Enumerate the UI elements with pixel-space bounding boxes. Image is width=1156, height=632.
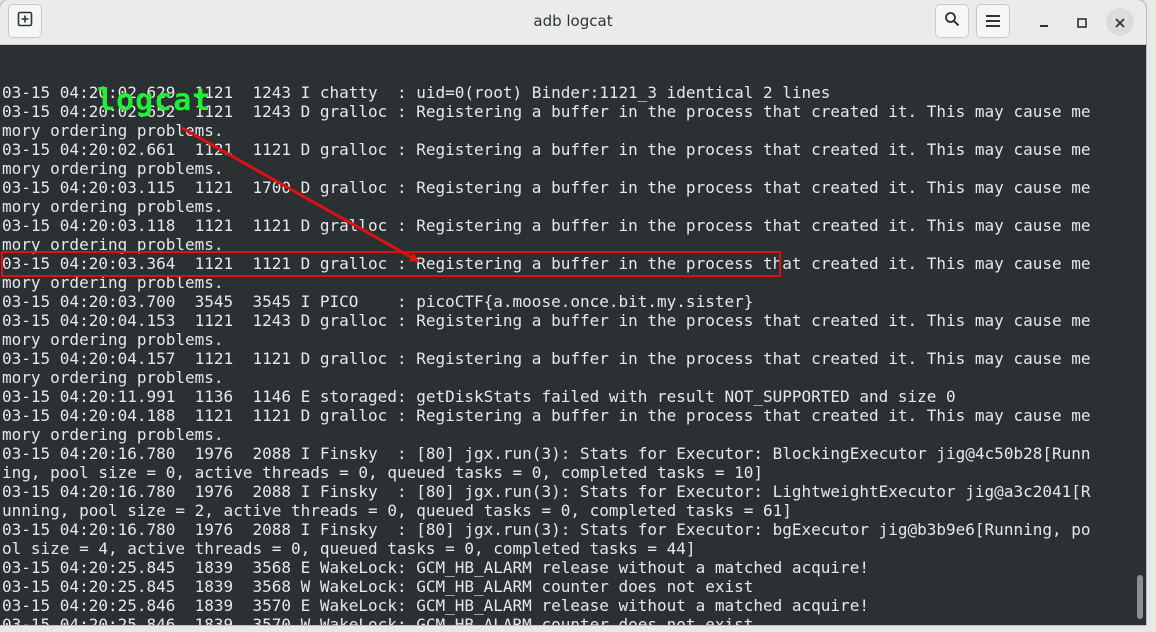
scrollbar[interactable] [1134,45,1146,625]
log-line: 03-15 04:20:04.157 1121 1121 D gralloc :… [2,349,1091,368]
log-line: mory ordering problems. [2,159,224,178]
minimize-icon [1039,13,1049,32]
title-bar: adb logcat [0,0,1146,45]
log-line: 03-15 04:20:11.991 1136 1146 E storaged:… [2,387,956,406]
close-icon [1115,13,1125,32]
log-line: 03-15 04:20:03.700 3545 3545 I PICO : pi… [2,292,754,311]
log-line: ol size = 4, active threads = 0, queued … [2,539,696,558]
log-line: mory ordering problems. [2,330,224,349]
annotation-label: logcat [97,83,212,118]
log-line: unning, pool size = 2, active threads = … [2,501,792,520]
close-button[interactable] [1106,8,1134,36]
log-line: 03-15 04:20:16.780 1976 2088 I Finsky : … [2,444,1091,463]
log-line: 03-15 04:20:03.118 1121 1121 D gralloc :… [2,216,1091,235]
log-line: ing, pool size = 0, active threads = 0, … [2,463,763,482]
log-line: 03-15 04:20:02.661 1121 1121 D gralloc :… [2,140,1091,159]
log-line: 03-15 04:20:25.845 1839 3568 E WakeLock:… [2,558,869,577]
log-line: mory ordering problems. [2,425,224,444]
terminal-output[interactable]: 03-15 04:20:02.629 1121 1243 I chatty : … [0,45,1134,625]
log-line: mory ordering problems. [2,197,224,216]
log-line: 03-15 04:20:25.845 1839 3568 W WakeLock:… [2,577,754,596]
window-title: adb logcat [533,12,613,30]
search-button[interactable] [935,4,969,38]
minimize-button[interactable] [1030,8,1058,36]
log-line: mory ordering problems. [2,121,224,140]
log-line: 03-15 04:20:16.780 1976 2088 I Finsky : … [2,520,1091,539]
maximize-button[interactable] [1068,8,1096,36]
log-line: 03-15 04:20:25.846 1839 3570 W WakeLock:… [2,615,754,625]
hamburger-menu-icon [986,12,1000,31]
log-line: 03-15 04:20:04.153 1121 1243 D gralloc :… [2,311,1091,330]
flag-highlight-box [1,251,781,277]
log-line: mory ordering problems. [2,368,224,387]
log-line: 03-15 04:20:04.188 1121 1121 D gralloc :… [2,406,1091,425]
maximize-icon [1077,13,1087,32]
scrollbar-thumb[interactable] [1137,575,1143,619]
menu-button[interactable] [976,4,1010,38]
log-line: 03-15 04:20:25.846 1839 3570 E WakeLock:… [2,596,869,615]
log-line: 03-15 04:20:16.780 1976 2088 I Finsky : … [2,482,1091,501]
log-line: 03-15 04:20:03.115 1121 1700 D gralloc :… [2,178,1091,197]
search-icon [944,11,960,31]
